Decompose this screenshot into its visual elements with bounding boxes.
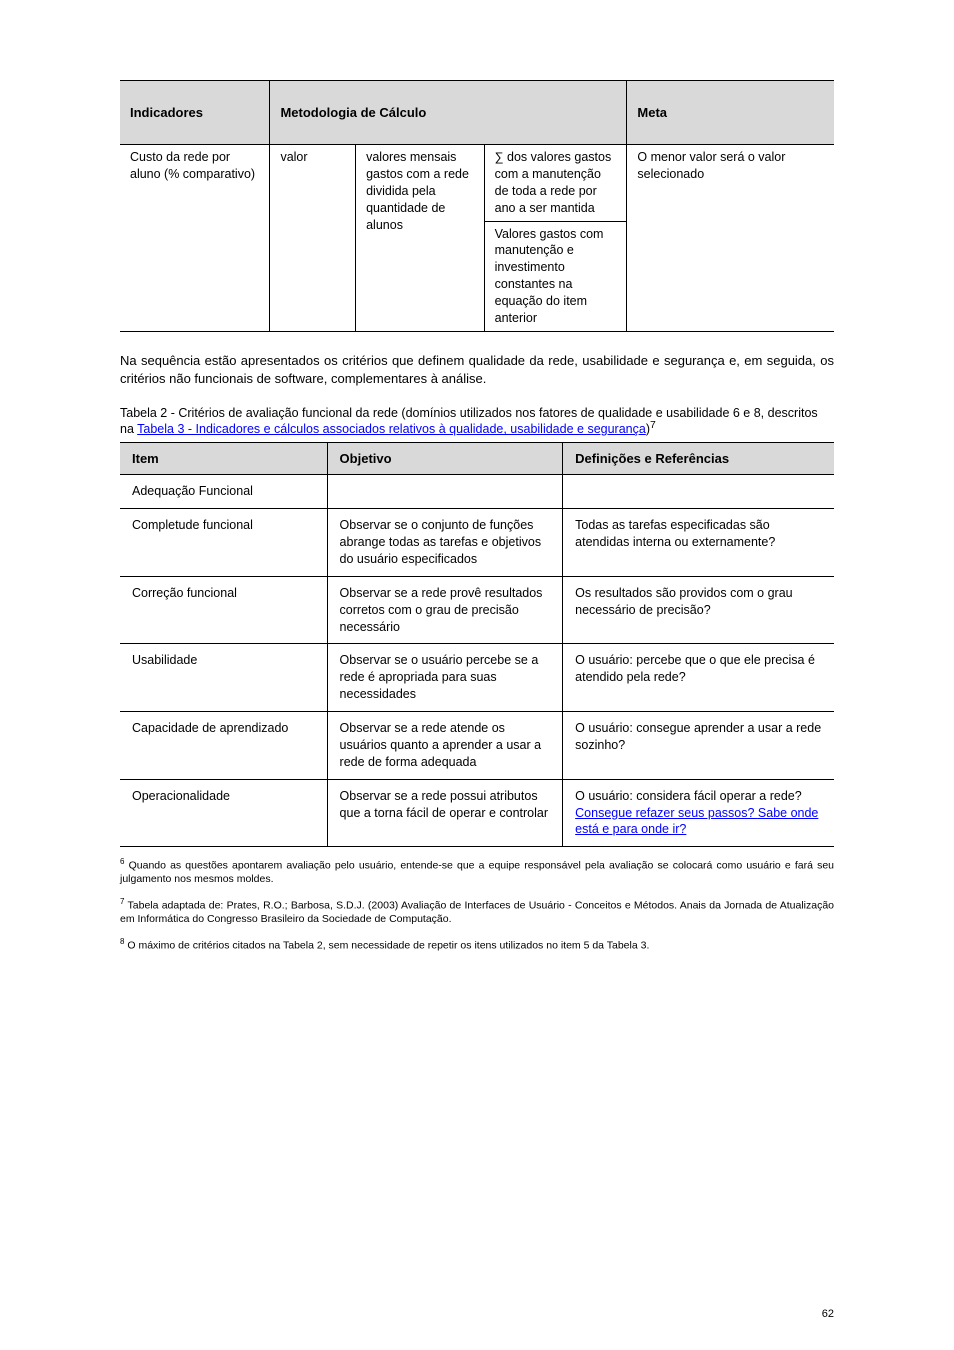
cell-item: Usabilidade (120, 644, 327, 712)
caption-link-tabela3[interactable]: Tabela 3 - Indicadores e cálculos associ… (137, 422, 584, 436)
cell-item: Operacionalidade (120, 779, 327, 847)
footnote-ref-7: 7 (650, 420, 656, 431)
footnote-num: 6 (120, 857, 124, 866)
table-row: Capacidade de aprendizado Observar se a … (120, 712, 834, 780)
table-row: Item Objetivo Definições e Referências (120, 443, 834, 475)
table-row: Adequação Funcional (120, 475, 834, 509)
cell-item: Completude funcional (120, 509, 327, 577)
cell-definicoes: Os resultados são providos com o grau ne… (563, 576, 834, 644)
cell-objetivo (327, 475, 563, 509)
footnote-7: 7 Tabela adaptada de: Prates, R.O.; Barb… (120, 897, 834, 927)
cell-sigma: valor (270, 145, 356, 332)
cell-definicoes: O usuário: considera fácil operar a rede… (563, 779, 834, 847)
cell-indicador-rede: Custo da rede por aluno (% comparativo) (120, 145, 270, 332)
footnote-6: 6 Quando as questões apontarem avaliação… (120, 857, 834, 887)
table-criteria-cost: Indicadores Metodologia de Cálculo Meta … (120, 80, 834, 332)
footnote-text: Quando as questões apontarem avaliação p… (120, 860, 834, 886)
cell-link-refazer[interactable]: Consegue refazer seus passos? (575, 806, 758, 820)
cell-objetivo: Observar se a rede possui atributos que … (327, 779, 563, 847)
col-header-indicadores: Indicadores (120, 81, 270, 145)
page-number: 62 (822, 1308, 834, 1320)
col-header-metodologia: Metodologia de Cálculo (270, 81, 627, 145)
footnote-8: 8 O máximo de critérios citados na Tabel… (120, 937, 834, 953)
cell-item: Capacidade de aprendizado (120, 712, 327, 780)
col-header-meta: Meta (627, 81, 834, 145)
table-criteria-functional: Item Objetivo Definições e Referências A… (120, 442, 834, 847)
col-header-item: Item (120, 443, 327, 475)
table-row: Custo da rede por aluno (% comparativo) … (120, 145, 834, 222)
cell-objetivo: Observar se o conjunto de funções abrang… (327, 509, 563, 577)
table-row: Usabilidade Observar se o usuário perceb… (120, 644, 834, 712)
cell-item: Correção funcional (120, 576, 327, 644)
cell-text: O usuário: considera fácil operar a rede… (575, 789, 802, 803)
paragraph-intro: Na sequência estão apresentados os crité… (120, 352, 834, 388)
table-row: Completude funcional Observar se o conju… (120, 509, 834, 577)
table-row: Indicadores Metodologia de Cálculo Meta (120, 81, 834, 145)
cell-text-valores-mensais: valores mensais gastos com a rede dividi… (356, 145, 485, 332)
cell-objetivo: Observar se a rede atende os usuários qu… (327, 712, 563, 780)
cell-definicoes (563, 475, 834, 509)
cell-objetivo: Observar se o usuário percebe se a rede … (327, 644, 563, 712)
cell-meta-menor-1: O menor valor será o valor selecionado (627, 145, 834, 332)
cell-definicoes: Todas as tarefas especificadas são atend… (563, 509, 834, 577)
footnote-text: Tabela adaptada de: Prates, R.O.; Barbos… (120, 900, 834, 926)
table-row: Operacionalidade Observar se a rede poss… (120, 779, 834, 847)
footnote-num: 7 (120, 897, 124, 906)
cell-item: Adequação Funcional (120, 475, 327, 509)
cell-text-manutencao: Valores gastos com manutenção e investim… (484, 221, 627, 331)
footnote-text: O máximo de critérios citados na Tabela … (127, 939, 649, 951)
col-header-objetivo: Objetivo (327, 443, 563, 475)
cell-definicoes: O usuário: consegue aprender a usar a re… (563, 712, 834, 780)
table-row: Correção funcional Observar se a rede pr… (120, 576, 834, 644)
table2-caption: Tabela 2 - Critérios de avaliação funcio… (120, 406, 834, 436)
cell-text-manutencao-top: ∑ dos valores gastos com a manutenção de… (484, 145, 627, 222)
col-header-definicoes: Definições e Referências (563, 443, 834, 475)
footnote-num: 8 (120, 937, 124, 946)
cell-objetivo: Observar se a rede provê resultados corr… (327, 576, 563, 644)
caption-link-seguranca[interactable]: segurança (584, 422, 646, 436)
cell-definicoes: O usuário: percebe que o que ele precisa… (563, 644, 834, 712)
